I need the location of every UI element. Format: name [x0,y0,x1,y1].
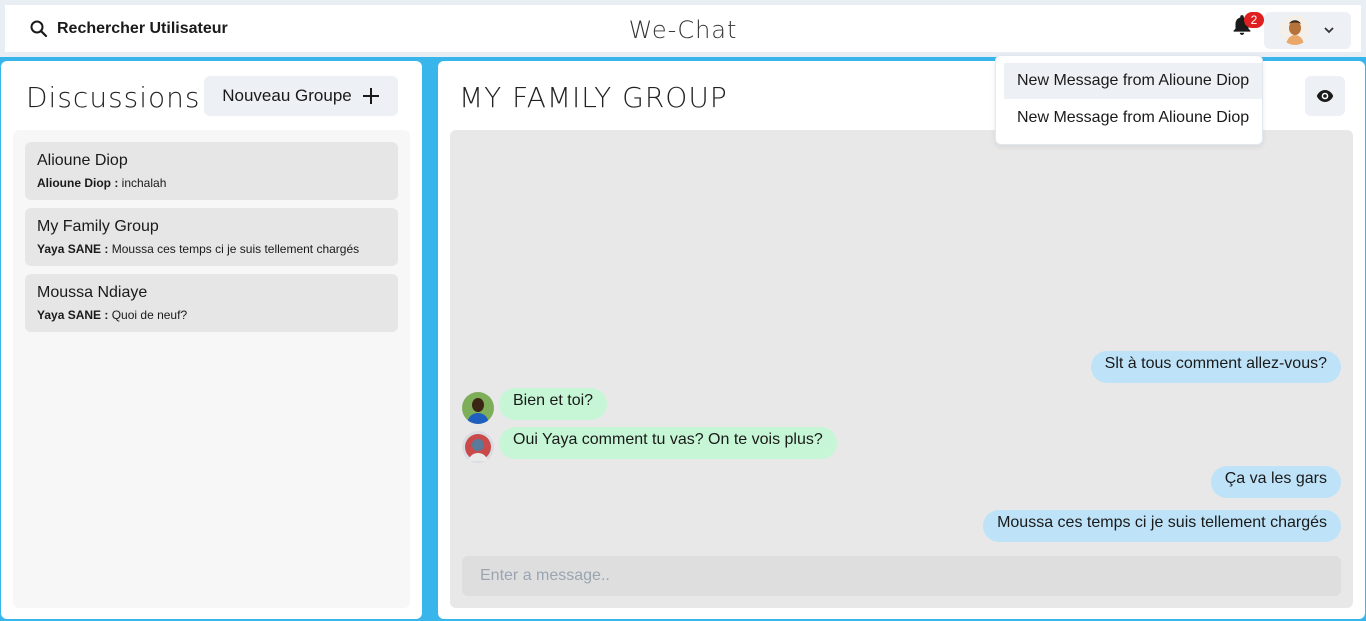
notification-item[interactable]: New Message from Alioune Diop [1004,63,1262,99]
notifications-menu: New Message from Alioune Diop New Messag… [995,55,1263,145]
app-title: We-Chat [628,16,738,44]
message-bubble-outgoing: Slt à tous comment allez-vous? [1090,351,1341,383]
chat-preview-sender: Yaya SANE : [37,308,109,322]
top-bar: Rechercher Utilisateur We-Chat 2 [0,0,1366,57]
avatar [462,431,494,463]
chat-preview: Yaya SANE : Moussa ces temps ci je suis … [37,242,359,256]
message-bubble-outgoing: Moussa ces temps ci je suis tellement ch… [983,510,1341,542]
chat-preview-sender: Alioune Diop : [37,176,119,190]
message-bubble-outgoing: Ça va les gars [1210,466,1341,498]
chat-preview-text: inchalah [121,176,167,190]
message-input[interactable] [462,556,1341,596]
avatar [462,392,494,424]
chat-list-item[interactable]: My Family Group Yaya SANE : Moussa ces t… [25,208,398,266]
chat-name: Moussa Ndiaye [37,284,148,301]
chat-preview-sender: Yaya SANE : [37,242,109,256]
chat-list-item[interactable]: Alioune Diop Alioune Diop : inchalah [25,142,398,200]
message-bubble-incoming: Oui Yaya comment tu vas? On te vois plus… [499,427,837,459]
plus-icon [362,88,379,104]
profile-menu-button[interactable] [1264,12,1351,49]
notification-badge: 2 [1244,12,1264,28]
avatar [1280,15,1310,45]
header: Rechercher Utilisateur We-Chat [5,5,1361,52]
discussions-title: Discussions [26,81,201,114]
discussions-panel: Discussions Nouveau Groupe Alioune Diop … [1,61,422,619]
chat-name: My Family Group [37,218,159,235]
chat-preview-text: Moussa ces temps ci je suis tellement ch… [111,242,360,256]
chevron-down-icon [1324,27,1334,34]
chat-title: MY FAMILY GROUP [459,81,728,114]
chat-list: Alioune Diop Alioune Diop : inchalah My … [13,130,410,608]
eye-icon [1316,90,1334,102]
chat-list-item[interactable]: Moussa Ndiaye Yaya SANE : Quoi de neuf? [25,274,398,332]
chat-preview: Alioune Diop : inchalah [37,176,166,190]
new-group-button[interactable]: Nouveau Groupe [204,76,398,116]
notification-item[interactable]: New Message from Alioune Diop [1004,100,1262,136]
messages-area: Slt à tous comment allez-vous? Bien et t… [450,130,1353,608]
chat-name: Alioune Diop [37,152,128,169]
message-bubble-incoming: Bien et toi? [499,388,608,420]
chat-preview-text: Quoi de neuf? [111,308,188,322]
chat-preview: Yaya SANE : Quoi de neuf? [37,308,187,322]
view-group-button[interactable] [1305,76,1345,116]
new-group-label: Nouveau Groupe [222,86,352,105]
